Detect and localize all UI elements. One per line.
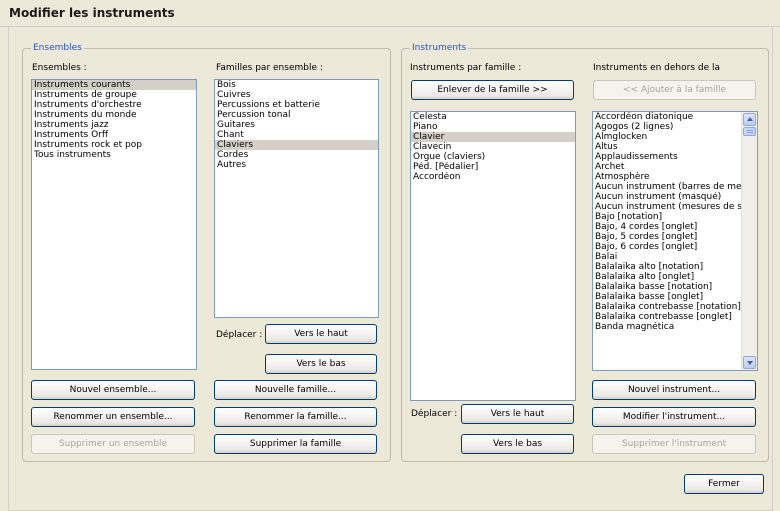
outside-instrument-list-item[interactable]: Agogos (2 lignes) [593,122,741,132]
outside-instrument-list-item[interactable]: Applaudissements [593,152,741,162]
families-listbox[interactable]: Bois Cuivres Percussions et batterie Percus… [214,79,379,318]
outside-instrument-list-item[interactable]: Aucun instrument (mesures de sile [593,202,741,212]
outside-instrument-list-item[interactable]: Balalaika alto [onglet] [593,272,741,282]
outside-instruments-items: Accordéon diatonique Agogos (2 lignes) Alm… [593,112,741,370]
instruments-by-family-label: Instruments par famille : [410,63,522,73]
family-list-item[interactable]: Cordes [215,150,378,160]
family-instrument-list-item[interactable]: Péd. [Pédalier] [411,162,575,172]
family-list-item[interactable]: Percussion tonal [215,110,378,120]
instrument-move-label: Déplacer : [411,409,458,419]
delete-family-button[interactable]: Supprimer la famille [214,434,377,454]
family-list-item[interactable]: Autres [215,160,378,170]
family-list-item[interactable]: Percussions et batterie [215,100,378,110]
outside-instruments-listbox[interactable]: Accordéon diatonique Agogos (2 lignes) Alm… [592,111,758,371]
window-title: Modifier les instruments [9,6,175,20]
outside-instrument-list-item[interactable]: Banda magnética [593,322,741,332]
family-list-item[interactable]: Cuivres [215,90,378,100]
outside-instrument-list-item[interactable]: Aucun instrument (masqué) [593,192,741,202]
outside-instrument-list-item[interactable]: Balalaika contrebasse [notation] [593,302,741,312]
family-move-label: Déplacer : [216,330,263,340]
family-instrument-list-item[interactable]: Orgue (claviers) [411,152,575,162]
family-instrument-list-item[interactable]: Clavecin [411,142,575,152]
ensemble-list-item[interactable]: Instruments courants [32,80,196,90]
scroll-thumb[interactable] [743,127,756,136]
ensemble-list-item[interactable]: Instruments de groupe [32,90,196,100]
delete-instrument-button[interactable]: Supprimer l'instrument [592,434,756,454]
outside-instruments-scrollbar[interactable] [741,112,757,370]
family-move-down-button[interactable]: Vers le bas [265,354,377,374]
outside-instrument-list-item[interactable]: Balalaika basse [onglet] [593,292,741,302]
outside-instrument-list-item[interactable]: Balalaika contrebasse [onglet] [593,312,741,322]
instruments-group-legend: Instruments [410,43,469,53]
family-instrument-list-item[interactable]: Celesta [411,112,575,122]
outside-instrument-list-item[interactable]: Archet [593,162,741,172]
edit-instrument-button[interactable]: Modifier l'instrument... [592,407,756,427]
family-list-item[interactable]: Guitares [215,120,378,130]
instrument-move-up-button[interactable]: Vers le haut [461,404,574,424]
outside-instrument-list-item[interactable]: Bajo, 5 cordes [onglet] [593,232,741,242]
new-family-button[interactable]: Nouvelle famille... [214,380,377,400]
instruments-outside-label: Instruments en dehors de la [593,63,721,73]
outside-instrument-list-item[interactable]: Aucun instrument (barres de mesu [593,182,741,192]
scroll-down-arrow-icon[interactable] [743,356,756,369]
outside-instrument-list-item[interactable]: Altus [593,142,741,152]
ensemble-list-item[interactable]: Instruments d'orchestre [32,100,196,110]
ensemble-list-item[interactable]: Tous instruments [32,150,196,160]
ensemble-list-item[interactable]: Instruments jazz [32,120,196,130]
instrument-move-down-button[interactable]: Vers le bas [461,434,574,454]
outside-instrument-list-item[interactable]: Atmosphère [593,172,741,182]
outside-instrument-list-item[interactable]: Almglocken [593,132,741,142]
family-list-item[interactable]: Claviers [215,140,378,150]
outside-instrument-list-item[interactable]: Balai [593,252,741,262]
rename-ensemble-button[interactable]: Renommer un ensemble... [31,407,195,427]
close-button[interactable]: Fermer [684,474,764,494]
ensemble-list-item[interactable]: Instruments du monde [32,110,196,120]
outside-instrument-list-item[interactable]: Balalaika basse [notation] [593,282,741,292]
outside-instrument-list-item[interactable]: Balalaika alto [notation] [593,262,741,272]
title-bar: Modifier les instruments [0,0,780,27]
add-to-family-button[interactable]: << Ajouter à la famille [593,80,756,100]
family-list-item[interactable]: Bois [215,80,378,90]
family-instrument-list-item[interactable]: Accordéon [411,172,575,182]
outside-instrument-list-item[interactable]: Bajo, 4 cordes [onglet] [593,222,741,232]
outside-instrument-list-item[interactable]: Accordéon diatonique [593,112,741,122]
new-instrument-button[interactable]: Nouvel instrument... [592,380,756,400]
family-instrument-list-item[interactable]: Clavier [411,132,575,142]
scroll-up-arrow-icon[interactable] [743,113,756,126]
ensemble-list-item[interactable]: Instruments Orff [32,130,196,140]
new-ensemble-button[interactable]: Nouvel ensemble... [31,380,195,400]
delete-ensemble-button[interactable]: Supprimer un ensemble [31,434,195,454]
ensemble-list-item[interactable]: Instruments rock et pop [32,140,196,150]
ensembles-label: Ensembles : [32,63,87,73]
family-move-up-button[interactable]: Vers le haut [265,324,377,344]
remove-from-family-button[interactable]: Enlever de la famille >> [411,80,574,100]
family-instrument-list-item[interactable]: Piano [411,122,575,132]
family-instruments-listbox[interactable]: Celesta Piano Clavier Clavecin Orgue (clavie… [410,111,576,401]
ensembles-group-legend: Ensembles [31,43,84,53]
rename-family-button[interactable]: Renommer la famille... [214,407,377,427]
families-label: Familles par ensemble : [216,63,323,73]
outside-instrument-list-item[interactable]: Bajo [notation] [593,212,741,222]
ensembles-listbox[interactable]: Instruments courants Instruments de group… [31,79,197,370]
family-list-item[interactable]: Chant [215,130,378,140]
outside-instrument-list-item[interactable]: Bajo, 6 cordes [onglet] [593,242,741,252]
